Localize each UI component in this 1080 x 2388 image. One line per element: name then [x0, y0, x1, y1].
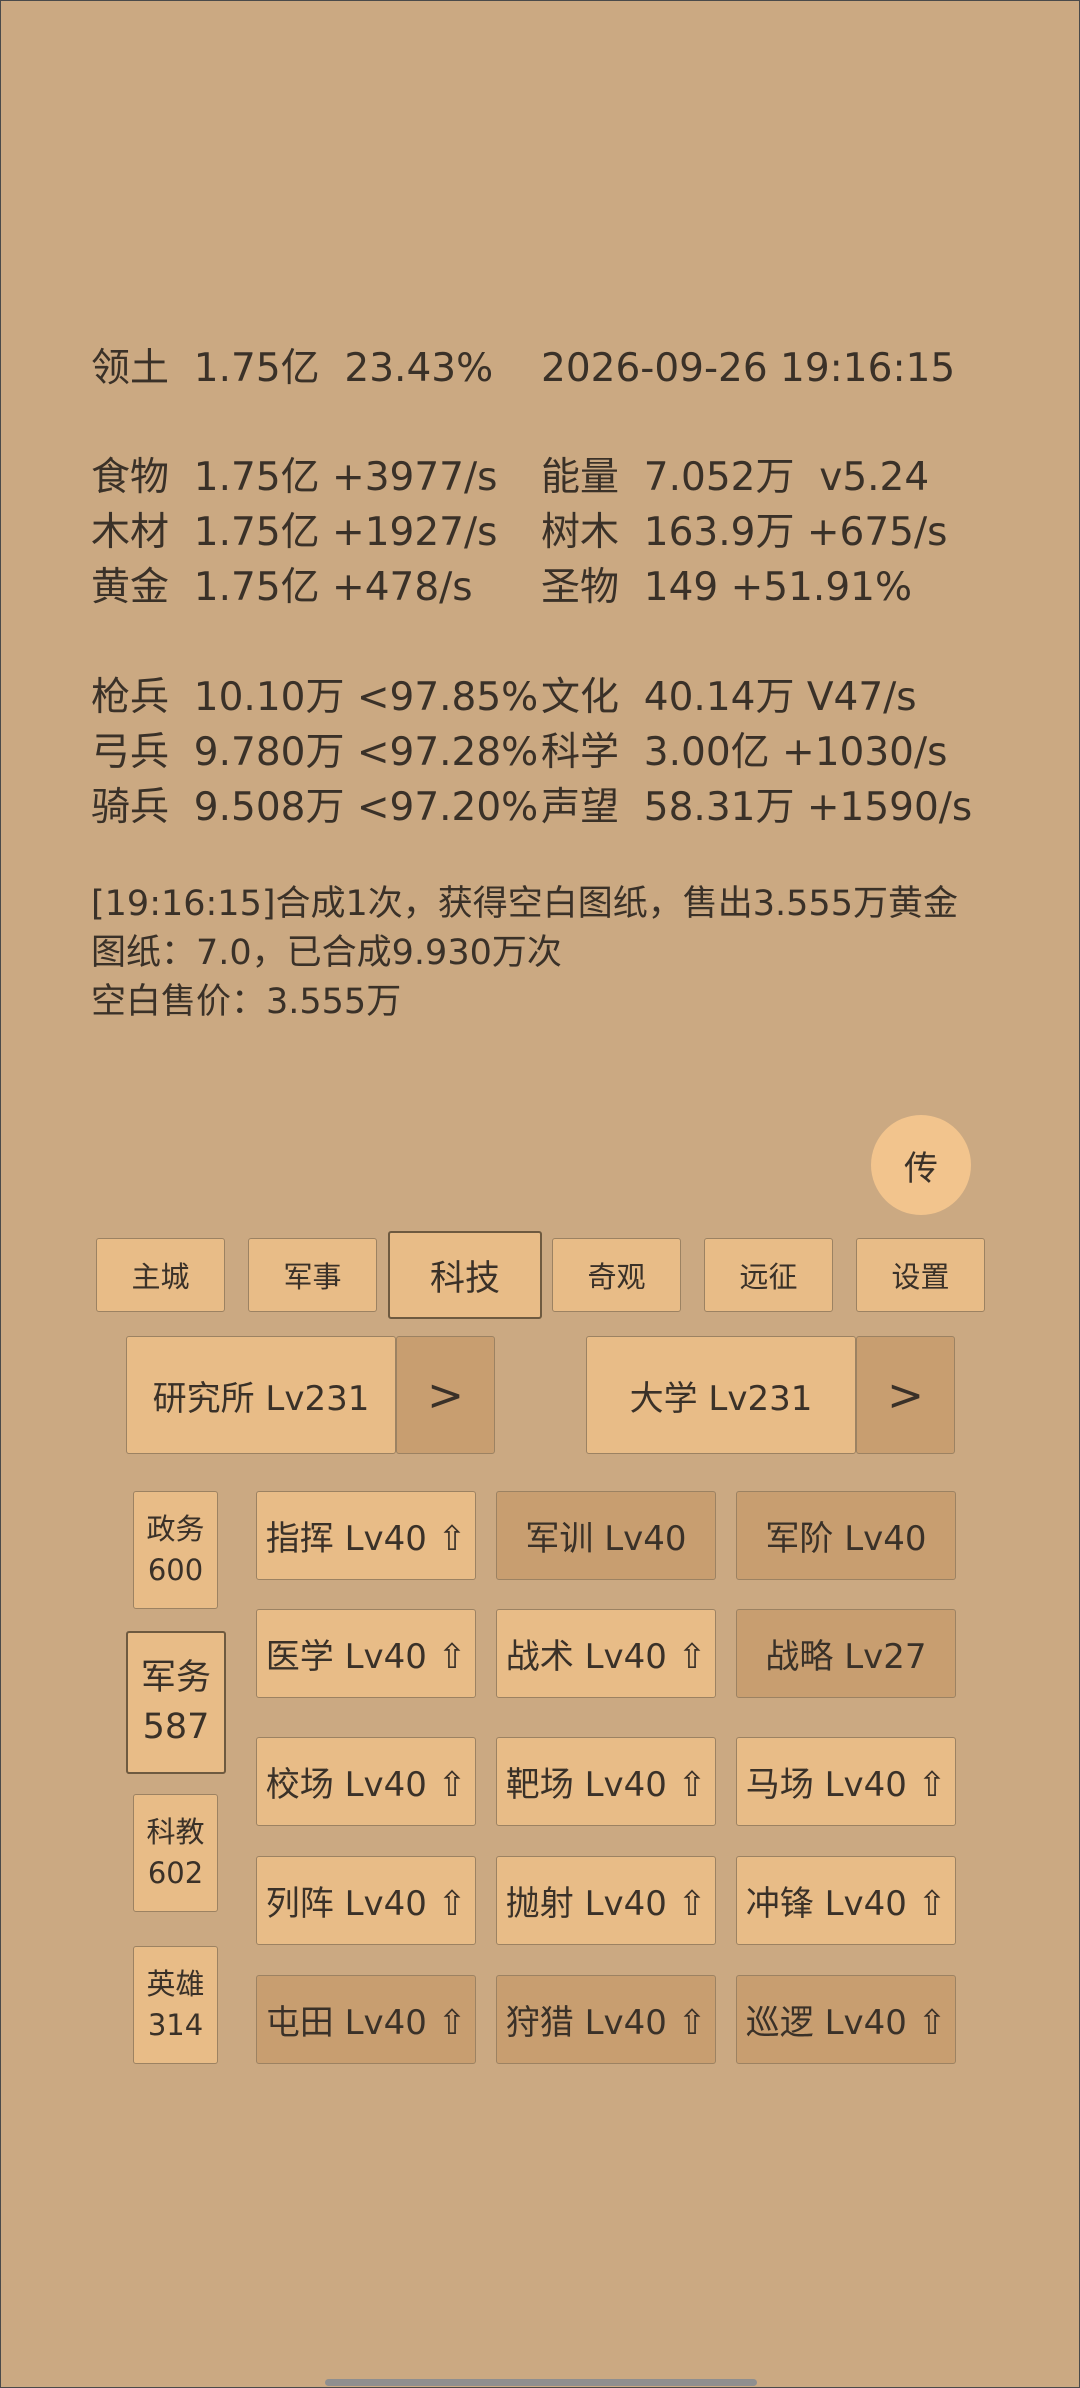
stat-science: 科学 3.00亿 +1030/s — [541, 730, 948, 775]
sidebar-item-science-education[interactable]: 科教 602 — [133, 1794, 218, 1912]
institute-next-button[interactable]: > — [396, 1336, 495, 1454]
tech-charge[interactable]: 冲锋 Lv40 ⇧ — [736, 1856, 956, 1945]
stat-wood: 木材 1.75亿 +1927/s — [91, 510, 498, 555]
tab-settings[interactable]: 设置 — [856, 1238, 985, 1312]
university-next-button[interactable]: > — [856, 1336, 955, 1454]
tab-technology[interactable]: 科技 — [388, 1231, 542, 1319]
stat-archer: 弓兵 9.780万 <97.28% — [91, 730, 539, 775]
tech-projectile[interactable]: 抛射 Lv40 ⇧ — [496, 1856, 716, 1945]
institute-button[interactable]: 研究所 Lv231 — [126, 1336, 396, 1454]
university-button[interactable]: 大学 Lv231 — [586, 1336, 856, 1454]
stat-trees: 树木 163.9万 +675/s — [541, 510, 948, 555]
stat-gold: 黄金 1.75亿 +478/s — [91, 565, 473, 610]
tech-strategy[interactable]: 战略 Lv27 — [736, 1609, 956, 1698]
tech-hunting[interactable]: 狩猎 Lv40 ⇧ — [496, 1975, 716, 2064]
sidebar-item-administration[interactable]: 政务 600 — [133, 1491, 218, 1609]
tab-military[interactable]: 军事 — [248, 1238, 377, 1312]
log-blueprint: 图纸：7.0，已合成9.930万次 — [91, 933, 562, 973]
stat-prestige: 声望 58.31万 +1590/s — [541, 785, 973, 830]
tab-wonders[interactable]: 奇观 — [552, 1238, 681, 1312]
tech-patrol[interactable]: 巡逻 Lv40 ⇧ — [736, 1975, 956, 2064]
transfer-button[interactable]: 传 — [871, 1115, 971, 1215]
stat-spearman: 枪兵 10.10万 <97.85% — [91, 675, 539, 720]
tab-expedition[interactable]: 远征 — [704, 1238, 833, 1312]
tech-tactics[interactable]: 战术 Lv40 ⇧ — [496, 1609, 716, 1698]
stat-relic: 圣物 149 +51.91% — [541, 565, 913, 610]
tab-main-city[interactable]: 主城 — [96, 1238, 225, 1312]
tech-training[interactable]: 军训 Lv40 — [496, 1491, 716, 1580]
stat-territory: 领土 1.75亿 23.43% — [91, 346, 494, 391]
tech-formation[interactable]: 列阵 Lv40 ⇧ — [256, 1856, 476, 1945]
stat-datetime: 2026-09-26 19:16:15 — [541, 346, 956, 391]
home-indicator[interactable] — [325, 2379, 757, 2386]
tech-drill-ground[interactable]: 校场 Lv40 ⇧ — [256, 1737, 476, 1826]
tech-farming[interactable]: 屯田 Lv40 ⇧ — [256, 1975, 476, 2064]
log-blank-price: 空白售价：3.555万 — [91, 982, 402, 1022]
sidebar-item-heroes[interactable]: 英雄 314 — [133, 1946, 218, 2064]
log-line: [19:16:15]合成1次，获得空白图纸，售出3.555万黄金 — [91, 884, 958, 924]
stat-energy: 能量 7.052万 v5.24 — [541, 455, 930, 500]
stat-cavalry: 骑兵 9.508万 <97.20% — [91, 785, 539, 830]
tech-stable[interactable]: 马场 Lv40 ⇧ — [736, 1737, 956, 1826]
tech-command[interactable]: 指挥 Lv40 ⇧ — [256, 1491, 476, 1580]
tech-military-rank[interactable]: 军阶 Lv40 — [736, 1491, 956, 1580]
sidebar-item-military-affairs[interactable]: 军务 587 — [126, 1631, 226, 1774]
tech-medicine[interactable]: 医学 Lv40 ⇧ — [256, 1609, 476, 1698]
tech-shooting-range[interactable]: 靶场 Lv40 ⇧ — [496, 1737, 716, 1826]
stat-culture: 文化 40.14万 V47/s — [541, 675, 917, 720]
stat-food: 食物 1.75亿 +3977/s — [91, 455, 498, 500]
